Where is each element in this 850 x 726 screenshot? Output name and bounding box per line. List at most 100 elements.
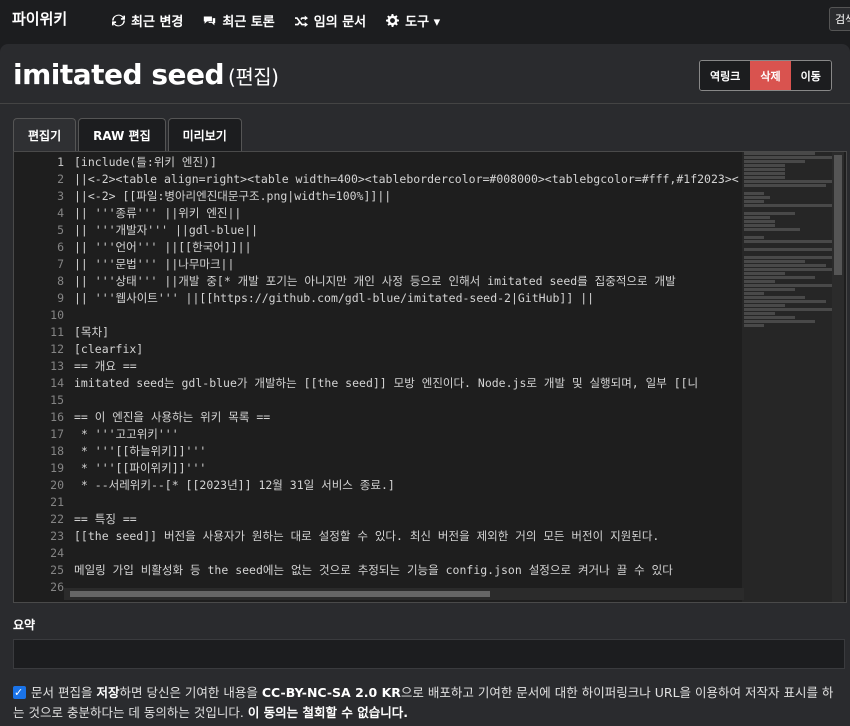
line-text[interactable]: || '''문법''' ||나무마크|| <box>74 256 744 273</box>
minimap-line <box>744 204 841 207</box>
summary-input[interactable] <box>13 639 845 669</box>
line-text[interactable]: [[the seed]] 버전을 사용자가 원하는 대로 설정할 수 있다. 최… <box>74 528 744 545</box>
editor-line[interactable]: 22 == 특징 == <box>14 511 744 528</box>
line-number: 3 <box>57 189 64 203</box>
minimap-line <box>744 220 775 223</box>
random-icon <box>294 15 308 27</box>
line-text[interactable] <box>74 494 744 511</box>
minimap-line <box>744 276 816 279</box>
nav-tools-dropdown[interactable]: 도구 ▾ <box>386 11 440 30</box>
minimap-line <box>744 292 765 295</box>
line-text[interactable]: 메일링 가입 비활성화 등 the seed에는 없는 것으로 추정되는 기능을… <box>74 562 744 579</box>
nav-recent-changes[interactable]: 최근 변경 <box>112 11 183 30</box>
minimap-line <box>744 156 841 159</box>
line-text[interactable]: * '''고고위키''' <box>74 426 744 443</box>
editor-line[interactable]: 25 메일링 가입 비활성화 등 the seed에는 없는 것으로 추정되는 기… <box>14 562 744 579</box>
line-number: 24 <box>50 546 64 560</box>
editor-minimap[interactable] <box>742 152 844 602</box>
line-number: 13 <box>50 359 64 373</box>
line-number: 5 <box>57 223 64 237</box>
line-text[interactable]: [clearfix] <box>74 341 744 358</box>
line-text[interactable]: * '''[[하늘위키]]''' <box>74 443 744 460</box>
editor-line[interactable]: 9 || '''웹사이트''' ||[[https://github.com/gd… <box>14 290 744 307</box>
line-number: 12 <box>50 342 64 356</box>
line-text[interactable]: || '''웹사이트''' ||[[https://github.com/gdl… <box>74 290 744 307</box>
editor-line[interactable]: 19 * '''[[파이위키]]''' <box>14 460 744 477</box>
line-text[interactable]: [목차] <box>74 324 744 341</box>
editor-line[interactable]: 6 || '''언어''' ||[[한국어]]|| <box>14 239 744 256</box>
line-text[interactable]: [include(틀:위키 엔진)] <box>74 154 744 171</box>
minimap-line <box>744 240 841 243</box>
editor-line[interactable]: 17 * '''고고위키''' <box>14 426 744 443</box>
minimap-line <box>744 152 816 155</box>
editor-line[interactable]: 11 [목차] <box>14 324 744 341</box>
editor-line[interactable]: 16 == 이 엔진을 사용하는 위키 목록 == <box>14 409 744 426</box>
tab-editor[interactable]: 편집기 <box>13 118 77 151</box>
line-text[interactable]: || '''상태''' ||개발 중[* 개발 포기는 아니지만 개인 사정 등… <box>74 273 744 290</box>
minimap-line <box>744 296 806 299</box>
line-text[interactable]: || '''종류''' ||위키 엔진|| <box>74 205 744 222</box>
line-text[interactable] <box>74 307 744 324</box>
line-text[interactable]: * --서레위키--[* [[2023년]] 12월 31일 서비스 종료.] <box>74 477 744 494</box>
line-text[interactable] <box>74 545 744 562</box>
editor-line[interactable]: 2 ||<-2><table align=right><table width=4… <box>14 171 744 188</box>
tab-preview[interactable]: 미리보기 <box>167 118 242 151</box>
document-actions: 역링크 삭제 이동 <box>699 60 832 91</box>
line-text[interactable]: == 특징 == <box>74 511 744 528</box>
editor-line[interactable]: 21 <box>14 494 744 511</box>
search-button[interactable]: 검색 <box>829 7 850 31</box>
line-number: 21 <box>50 495 64 509</box>
editor-line[interactable]: 13 == 개요 == <box>14 358 744 375</box>
minimap-line <box>744 160 806 163</box>
minimap-line <box>744 304 785 307</box>
line-text[interactable]: ||<-2><table align=right><table width=40… <box>74 171 744 188</box>
top-navbar: 파이위키 최근 변경 최근 토론 임의 문서 도구 ▾ 검색 <box>0 0 850 38</box>
line-text[interactable] <box>74 392 744 409</box>
editor-line[interactable]: 18 * '''[[하늘위키]]''' <box>14 443 744 460</box>
nav-random-page[interactable]: 임의 문서 <box>294 11 366 30</box>
move-button[interactable]: 이동 <box>790 61 831 90</box>
editor-line[interactable]: 23 [[the seed]] 버전을 사용자가 원하는 대로 설정할 수 있다.… <box>14 528 744 545</box>
editor-line[interactable]: 15 <box>14 392 744 409</box>
line-number: 14 <box>50 376 64 390</box>
editor-line[interactable]: 7 || '''문법''' ||나무마크|| <box>14 256 744 273</box>
line-text[interactable]: || '''개발자''' ||gdl-blue|| <box>74 222 744 239</box>
line-text[interactable]: ||<-2> [[파일:병아리엔진대문구조.png|width=100%]]|| <box>74 188 744 205</box>
editor-line[interactable]: 1 [include(틀:위키 엔진)] <box>14 154 744 171</box>
minimap-line <box>744 216 770 219</box>
editor-line[interactable]: 4 || '''종류''' ||위키 엔진|| <box>14 205 744 222</box>
minimap-line <box>744 288 795 291</box>
minimap-line <box>744 164 785 167</box>
line-text[interactable]: imitated seed는 gdl-blue가 개발하는 [[the seed… <box>74 375 744 392</box>
nav-recent-discussions[interactable]: 최근 토론 <box>203 11 275 30</box>
line-text[interactable]: || '''언어''' ||[[한국어]]|| <box>74 239 744 256</box>
agree-checkbox[interactable] <box>13 683 26 703</box>
editor-lines[interactable]: 1 [include(틀:위키 엔진)] 2 ||<-2><table align=r… <box>14 154 744 596</box>
backlink-button[interactable]: 역링크 <box>700 61 751 90</box>
nav-tools-label: 도구 ▾ <box>405 15 441 30</box>
minimap-line <box>744 168 785 171</box>
site-logo[interactable]: 파이위키 <box>12 8 67 29</box>
editor-line[interactable]: 12 [clearfix] <box>14 341 744 358</box>
editor-line[interactable]: 3 ||<-2> [[파일:병아리엔진대문구조.png|width=100%]]|… <box>14 188 744 205</box>
minimap-line <box>744 212 795 215</box>
comments-icon <box>204 16 216 26</box>
editor-vertical-scroll-thumb[interactable] <box>834 155 842 275</box>
line-text[interactable]: * '''[[파이위키]]''' <box>74 460 744 477</box>
minimap-line <box>744 272 785 275</box>
line-text[interactable]: == 이 엔진을 사용하는 위키 목록 == <box>74 409 744 426</box>
editor-vertical-scrollbar[interactable] <box>832 152 844 602</box>
tab-raw-edit[interactable]: RAW 편집 <box>78 118 166 151</box>
editor-line[interactable]: 24 <box>14 545 744 562</box>
nav-recent-changes-label: 최근 변경 <box>131 15 184 30</box>
code-editor[interactable]: 1 [include(틀:위키 엔진)] 2 ||<-2><table align=r… <box>13 151 847 603</box>
delete-button[interactable]: 삭제 <box>750 61 791 90</box>
editor-horizontal-scrollbar[interactable] <box>64 588 744 600</box>
line-text[interactable]: == 개요 == <box>74 358 744 375</box>
editor-line[interactable]: 14 imitated seed는 gdl-blue가 개발하는 [[the se… <box>14 375 744 392</box>
editor-line[interactable]: 5 || '''개발자''' ||gdl-blue|| <box>14 222 744 239</box>
editor-horizontal-scroll-thumb[interactable] <box>70 591 490 597</box>
editor-line[interactable]: 10 <box>14 307 744 324</box>
editor-line[interactable]: 20 * --서레위키--[* [[2023년]] 12월 31일 서비스 종료… <box>14 477 744 494</box>
editor-line[interactable]: 8 || '''상태''' ||개발 중[* 개발 포기는 아니지만 개인 사정 … <box>14 273 744 290</box>
